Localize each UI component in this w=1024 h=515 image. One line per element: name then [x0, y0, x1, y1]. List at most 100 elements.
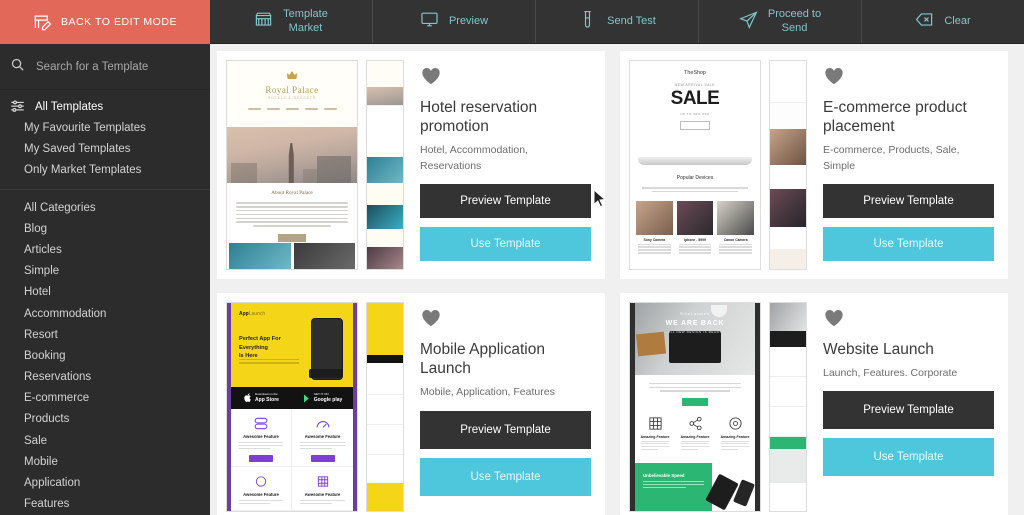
thumb-section-heading: Popular Devices: [676, 175, 714, 181]
thumb-feature-title: Amazing Feature: [680, 434, 710, 439]
category-item-accommodation[interactable]: Accommodation: [0, 303, 210, 324]
thumb-feature-title: Awesome Feature: [304, 434, 341, 439]
mobile-preview-thumbnail[interactable]: [769, 60, 807, 270]
category-item-e-commerce[interactable]: E-commerce: [0, 388, 210, 409]
category-label: Hotel: [24, 286, 51, 299]
template-card-info: Website Launch Launch, Features. Corpora…: [807, 302, 1008, 512]
sidebar-item-my-saved-templates[interactable]: My Saved Templates: [0, 138, 210, 159]
template-thumbnails: Royal Palace HOTELS & RESORTS About Roya…: [226, 60, 404, 270]
thumb-product-name: Iphone - 5999: [684, 238, 706, 242]
thumb-headline: Perfect App For Everything Is Here: [239, 336, 281, 360]
thumb-product-name: Sony Camera: [643, 238, 666, 242]
thumb-cta: [680, 121, 710, 130]
category-label: Blog: [24, 222, 48, 235]
search-placeholder: Search for a Template: [36, 60, 149, 73]
thumb-kicker: NEW ARRIVAL SALE: [674, 83, 716, 87]
category-item-all-categories[interactable]: All Categories: [0, 197, 210, 218]
heart-icon[interactable]: [823, 308, 994, 340]
use-template-button[interactable]: Use Template: [420, 226, 591, 261]
category-item-features[interactable]: Features: [0, 494, 210, 515]
desktop-preview-thumbnail[interactable]: SiteLaunch WE ARE BACK ALL NEW DESIGN IS…: [629, 302, 761, 512]
toolbar-item-proceed-to-send[interactable]: Proceed to Send: [699, 0, 862, 43]
thumb-promo-title: Unbelievable Speed: [643, 473, 685, 478]
thumb-offer: UP TO 50% OFF: [680, 112, 710, 116]
category-list: All Categories Blog Articles Simple Hote…: [0, 197, 210, 515]
category-item-simple[interactable]: Simple: [0, 261, 210, 282]
preview-template-button[interactable]: Preview Template: [823, 183, 994, 218]
thumb-feature-title: Amazing Feature: [640, 434, 670, 439]
category-label: Simple: [24, 265, 60, 278]
sidebar-item-label: All Templates: [35, 100, 104, 113]
template-thumbnails: AppLaunch Perfect App For Everything Is He…: [226, 302, 404, 512]
mobile-preview-thumbnail[interactable]: [366, 302, 404, 512]
template-title: Hotel reservation promotion: [420, 99, 538, 136]
category-label: Products: [24, 413, 70, 426]
heart-icon[interactable]: [420, 308, 591, 340]
category-item-sale[interactable]: Sale: [0, 430, 210, 451]
category-item-booking[interactable]: Booking: [0, 345, 210, 366]
desktop-preview-thumbnail[interactable]: AppLaunch Perfect App For Everything Is He…: [226, 302, 358, 512]
back-to-edit-mode-button[interactable]: BACK TO EDIT MODE: [0, 0, 210, 44]
thumb-brand: Royal Palace: [265, 85, 319, 95]
back-to-edit-mode-label: BACK TO EDIT MODE: [60, 16, 178, 28]
thumb-store-big: Google play: [313, 396, 343, 403]
use-template-button[interactable]: Use Template: [420, 457, 591, 496]
search-template-field[interactable]: Search for a Template: [0, 44, 210, 90]
mobile-preview-thumbnail[interactable]: [769, 302, 807, 512]
market-icon: [254, 10, 273, 34]
sidebar: BACK TO EDIT MODE Search for a Template …: [0, 0, 210, 515]
thumb-feature-title: Awesome Feature: [304, 491, 341, 497]
category-label: Reservations: [24, 371, 92, 384]
heart-icon[interactable]: [420, 66, 591, 98]
sidebar-item-label: Only Market Templates: [24, 163, 142, 176]
template-tags: Hotel, Accommodation, Reservations: [420, 144, 528, 172]
category-item-articles[interactable]: Articles: [0, 239, 210, 260]
use-template-button[interactable]: Use Template: [823, 438, 994, 477]
toolbar-item-label: Proceed to Send: [767, 7, 822, 34]
category-item-application[interactable]: Application: [0, 472, 210, 493]
template-card[interactable]: SiteLaunch WE ARE BACK ALL NEW DESIGN IS…: [620, 293, 1008, 515]
template-market-screen: BACK TO EDIT MODE Search for a Template …: [0, 0, 1024, 515]
thumb-store-big: App Store: [255, 396, 279, 403]
toolbar-item-template-market[interactable]: Template Market: [210, 0, 373, 43]
category-label: Mobile: [24, 455, 58, 468]
thumb-brand: AppLaunch: [239, 311, 266, 317]
category-item-products[interactable]: Products: [0, 409, 210, 430]
preview-template-button[interactable]: Preview Template: [823, 391, 994, 430]
category-item-hotel[interactable]: Hotel: [0, 282, 210, 303]
desktop-preview-thumbnail[interactable]: Royal Palace HOTELS & RESORTS About Roya…: [226, 60, 358, 270]
paper-plane-icon: [738, 10, 758, 34]
toolbar-item-preview[interactable]: Preview: [373, 0, 536, 43]
toolbar-item-send-test[interactable]: Send Test: [536, 0, 699, 43]
sidebar-item-only-market-templates[interactable]: Only Market Templates: [0, 159, 210, 180]
preview-template-button[interactable]: Preview Template: [420, 410, 591, 449]
desktop-preview-thumbnail[interactable]: TheShop NEW ARRIVAL SALE SALE UP TO 50% …: [629, 60, 761, 270]
edit-mode-icon: [33, 13, 52, 32]
sidebar-divider: [0, 189, 210, 190]
toolbar-item-clear[interactable]: Clear: [862, 0, 1024, 43]
sidebar-item-all-templates[interactable]: All Templates: [0, 96, 210, 117]
top-toolbar: Template Market Preview Send Test Procee…: [210, 0, 1024, 44]
template-card[interactable]: TheShop NEW ARRIVAL SALE SALE UP TO 50% …: [620, 51, 1008, 279]
thumb-subhead: ALL NEW DESIGN IS READY: [667, 330, 723, 334]
template-card[interactable]: AppLaunch Perfect App For Everything Is He…: [217, 293, 605, 515]
category-label: Features: [24, 498, 70, 511]
preview-template-button[interactable]: Preview Template: [420, 183, 591, 218]
category-label: Booking: [24, 349, 66, 362]
thumb-feature-title: Awesome Feature: [243, 491, 279, 497]
category-item-blog[interactable]: Blog: [0, 218, 210, 239]
heart-icon[interactable]: [823, 66, 994, 98]
use-template-button[interactable]: Use Template: [823, 226, 994, 261]
category-item-mobile[interactable]: Mobile: [0, 451, 210, 472]
template-title: Mobile Application Launch: [420, 341, 545, 378]
sidebar-item-my-favourite-templates[interactable]: My Favourite Templates: [0, 117, 210, 138]
category-item-resort[interactable]: Resort: [0, 324, 210, 345]
main-area: Template Market Preview Send Test Procee…: [210, 0, 1024, 515]
thumb-section-heading: About Royal Palace: [271, 190, 313, 196]
category-label: E-commerce: [24, 392, 90, 405]
mobile-preview-thumbnail[interactable]: [366, 60, 404, 270]
toolbar-item-label: Template Market: [283, 7, 328, 34]
template-card[interactable]: Royal Palace HOTELS & RESORTS About Roya…: [217, 51, 605, 279]
template-card-info: Mobile Application Launch Mobile, Applic…: [404, 302, 605, 512]
category-item-reservations[interactable]: Reservations: [0, 367, 210, 388]
